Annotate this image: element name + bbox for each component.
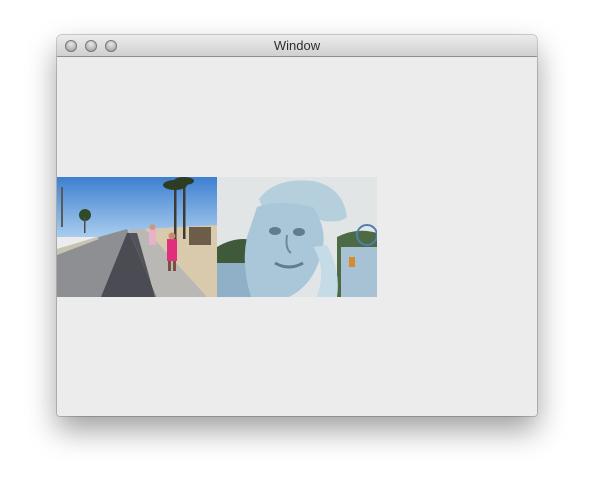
window-content <box>57 57 537 416</box>
window-title: Window <box>273 38 321 53</box>
title-bar[interactable]: Window <box>57 35 537 57</box>
boardwalk-photo <box>57 177 217 297</box>
statue-photo <box>217 177 377 297</box>
app-window: Window <box>57 35 537 416</box>
